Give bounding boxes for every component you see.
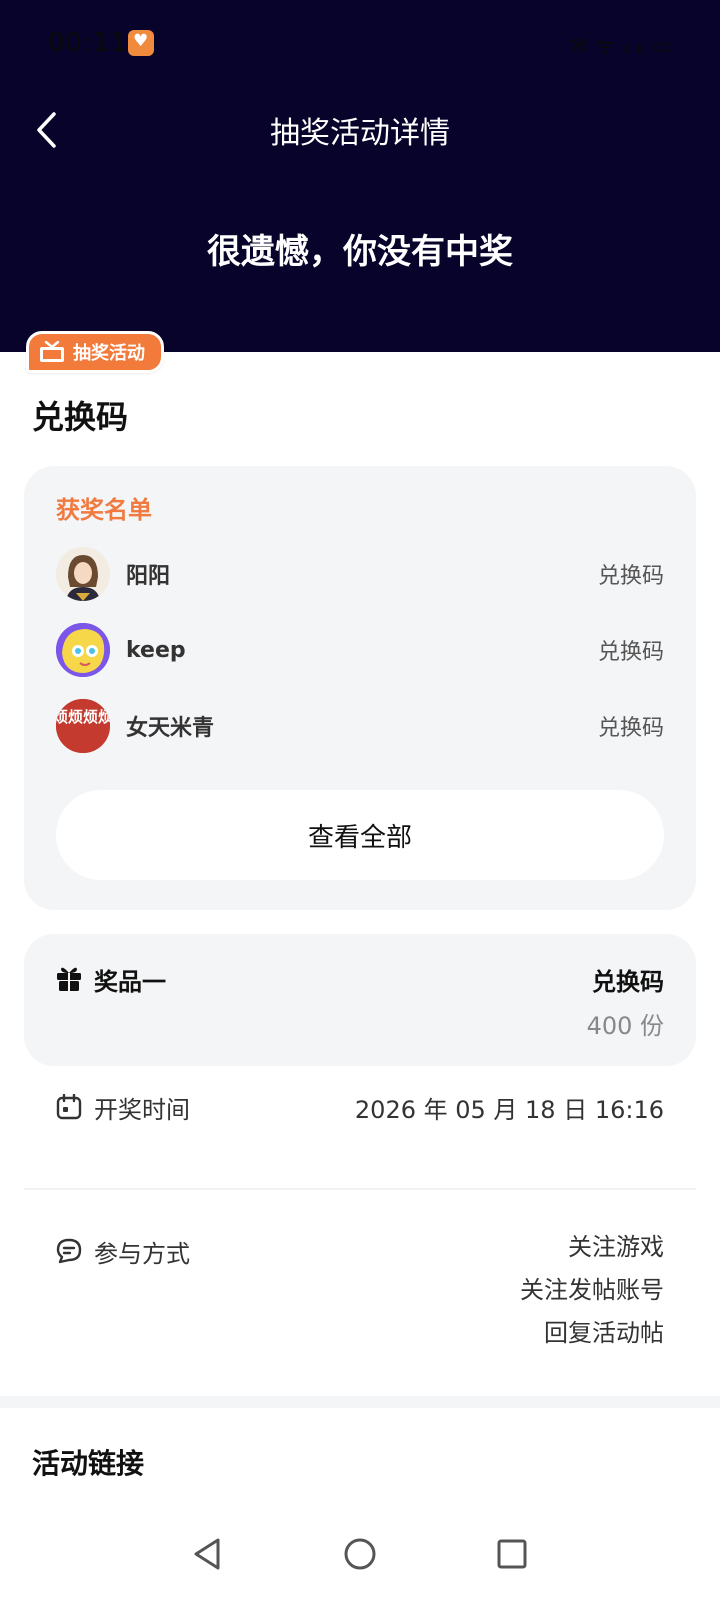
nav-back-icon[interactable] — [188, 1534, 228, 1574]
badge-label: 抽奖活动 — [73, 343, 145, 364]
winners-card: 获奖名单 阳阳 兑换码 keep 兑换码 烦烦烦烦 女天米青 兑换码 查看全部 — [24, 466, 696, 910]
prize-type-title: 兑换码 — [32, 398, 129, 436]
winner-prize: 兑换码 — [597, 716, 664, 741]
view-all-button[interactable]: 查看全部 — [56, 790, 664, 880]
prize-name: 兑换码 — [592, 968, 664, 996]
participation-method: 关注游戏 — [568, 1233, 664, 1261]
winner-name: keep — [126, 637, 186, 663]
draw-time-row: 开奖时间 2026 年 05 月 18 日 16:16 — [56, 1090, 664, 1130]
chat-icon — [56, 1238, 82, 1264]
winner-prize: 兑换码 — [597, 564, 664, 589]
status-time: 00:11 — [48, 28, 128, 58]
svg-text:烦烦烦烦: 烦烦烦烦 — [56, 708, 110, 726]
participation-method: 回复活动帖 — [544, 1319, 664, 1347]
participation-method: 关注发帖账号 — [520, 1276, 664, 1304]
divider — [24, 1188, 696, 1190]
avatar: 烦烦烦烦 — [56, 699, 110, 753]
gift-icon — [57, 967, 81, 991]
winner-name: 阳阳 — [126, 564, 171, 589]
prize-card: 奖品一 兑换码 400 份 — [24, 934, 696, 1066]
status-icons: ✉ ᯤ ᵢₗ ᵢₗ ▭ — [569, 34, 672, 59]
activity-badge: 抽奖活动 — [26, 331, 164, 373]
participation-methods: 关注游戏 关注发帖账号 回复活动帖 — [520, 1226, 664, 1355]
status-bar: 00:11 ✉ ᯤ ᵢₗ ᵢₗ ▭ — [0, 0, 720, 90]
section-divider — [0, 1396, 720, 1408]
participation-label: 参与方式 — [94, 1240, 190, 1268]
avatar — [56, 623, 110, 677]
winner-row[interactable]: 阳阳 兑换码 — [56, 546, 664, 602]
prize-count: 400 份 — [586, 1012, 664, 1040]
cartoon-avatar-icon — [56, 623, 110, 677]
participation-row: 参与方式 关注游戏 关注发帖账号 回复活动帖 — [56, 1233, 664, 1364]
winner-name: 女天米青 — [126, 716, 215, 741]
page-title: 抽奖活动详情 — [270, 116, 450, 151]
winner-prize: 兑换码 — [597, 640, 664, 665]
nav-home-icon[interactable] — [340, 1534, 380, 1574]
winner-row[interactable]: 烦烦烦烦 女天米青 兑换码 — [56, 698, 664, 754]
winners-heading: 获奖名单 — [56, 496, 152, 524]
calendar-icon — [56, 1094, 82, 1120]
prize-label: 奖品一 — [94, 968, 166, 996]
activity-link-title: 活动链接 — [32, 1447, 145, 1480]
header: 00:11 ✉ ᯤ ᵢₗ ᵢₗ ▭ 抽奖活动详情 很遗憾，你没有中奖 — [0, 0, 720, 352]
winner-row[interactable]: keep 兑换码 — [56, 622, 664, 678]
gift-icon — [40, 341, 64, 362]
avatar — [56, 547, 110, 601]
draw-time-label: 开奖时间 — [94, 1096, 190, 1124]
draw-time-value: 2026 年 05 月 18 日 16:16 — [354, 1096, 664, 1124]
anime-character-avatar-icon — [56, 547, 110, 601]
result-message: 很遗憾，你没有中奖 — [207, 232, 513, 272]
app-notification-icon — [128, 30, 154, 56]
nav-recents-icon[interactable] — [492, 1534, 532, 1574]
system-nav-bar — [0, 1520, 720, 1598]
red-text-avatar-icon: 烦烦烦烦 — [56, 699, 110, 753]
